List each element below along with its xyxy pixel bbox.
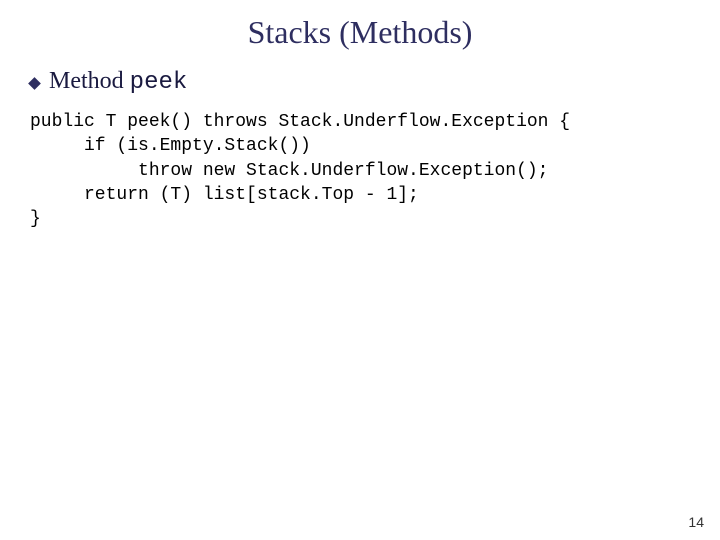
bullet-item: Method peek	[30, 68, 187, 96]
code-line-5: }	[30, 209, 41, 229]
bullet-label-serif: Method	[49, 68, 130, 94]
bullet-text: Method peek	[49, 68, 187, 96]
bullet-label-mono: peek	[130, 69, 188, 96]
page-number: 14	[688, 514, 704, 530]
slide-title: Stacks (Methods)	[0, 14, 720, 51]
code-line-2: if (is.Empty.Stack())	[30, 136, 311, 156]
code-line-3: throw new Stack.Underflow.Exception();	[30, 161, 548, 181]
code-block: public T peek() throws Stack.Underflow.E…	[30, 110, 570, 231]
diamond-icon	[28, 77, 41, 90]
code-line-4: return (T) list[stack.Top - 1];	[30, 185, 419, 205]
slide: Stacks (Methods) Method peek public T pe…	[0, 0, 720, 540]
code-line-1: public T peek() throws Stack.Underflow.E…	[30, 112, 570, 132]
